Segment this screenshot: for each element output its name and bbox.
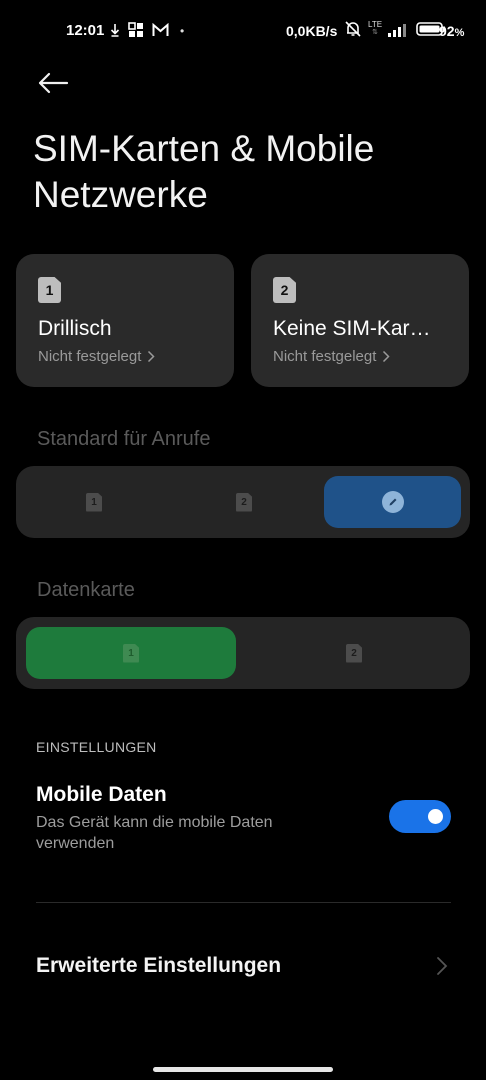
gmail-icon [152,23,169,36]
mobile-data-title: Mobile Daten [36,783,167,806]
sim-card-1[interactable]: 1 Drillisch Nicht festgelegt [16,254,234,387]
calls-default-selector: 1 2 [16,466,470,538]
sim-2-status-text: Nicht festgelegt [273,348,377,365]
settings-section-header: EINSTELLUNGEN [36,739,157,755]
signal-icon [388,24,407,37]
divider [36,902,451,903]
status-more-dot: • [180,24,185,38]
sim-icon: 2 [346,643,362,663]
calls-option-ask[interactable] [324,476,461,528]
mute-icon [345,21,361,37]
edit-icon [381,491,404,513]
sim-icon: 1 [123,643,139,663]
sim-2-badge: 2 [273,277,296,303]
chevron-right-icon [148,350,155,363]
sim-1-badge: 1 [38,277,61,303]
status-speed: 0,0KB/s [286,23,338,39]
data-card-label: Datenkarte [37,579,135,601]
sim-2-status: Nicht festgelegt [273,348,390,365]
lte-indicator: LTE ⇅ [368,20,383,37]
sim-icon: 2 [236,492,252,512]
chevron-right-icon [437,957,448,975]
battery-percent: 92% [439,23,465,39]
mobile-data-toggle[interactable] [389,800,451,833]
home-indicator[interactable] [153,1067,333,1072]
status-notification-icons [110,22,169,38]
data-option-sim-1[interactable]: 1 [26,627,236,679]
sim-2-name: Keine SIM-Kar… [273,317,431,340]
chevron-right-icon [383,350,390,363]
status-system-icons: LTE ⇅ [344,20,446,38]
sim-1-name: Drillisch [38,317,112,340]
calls-option-sim-1[interactable]: 1 [24,476,164,528]
app-grid-icon [128,22,143,37]
back-arrow-icon[interactable] [36,68,70,98]
sim-1-status: Nicht festgelegt [38,348,155,365]
status-time: 12:01 [66,22,105,39]
sim-card-2[interactable]: 2 Keine SIM-Kar… Nicht festgelegt [251,254,469,387]
sim-icon: 1 [86,492,102,512]
mobile-data-description: Das Gerät kann die mobile Daten verwende… [36,814,273,852]
download-arrow-icon [110,24,120,37]
advanced-settings-item[interactable]: Erweiterte Einstellungen [36,954,281,978]
page-title: SIM-Karten & Mobile Netzwerke [33,128,375,215]
calls-default-label: Standard für Anrufe [37,428,211,450]
calls-option-sim-2[interactable]: 2 [174,476,314,528]
toggle-knob [428,809,443,824]
data-card-selector: 1 2 [16,617,470,689]
data-option-sim-2[interactable]: 2 [248,627,460,679]
sim-1-status-text: Nicht festgelegt [38,348,142,365]
